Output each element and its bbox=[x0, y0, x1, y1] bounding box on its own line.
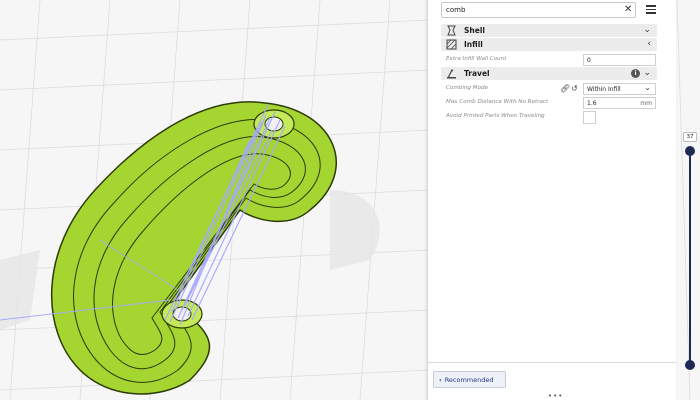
print-settings-panel: comb ✕ Shell ⌄ Infill ‹ Extra Infill Wal… bbox=[427, 0, 676, 400]
field-value: 1.6 bbox=[587, 100, 597, 107]
extra-infill-wall-count-field[interactable]: 0 bbox=[583, 54, 656, 66]
shell-icon bbox=[447, 25, 456, 36]
settings-menu-icon[interactable] bbox=[645, 3, 657, 15]
search-input[interactable]: comb bbox=[441, 2, 636, 18]
panel-footer: ‹ Recommended ••• bbox=[428, 362, 676, 400]
category-label: Travel bbox=[464, 68, 490, 78]
chevron-left-icon: ‹ bbox=[439, 376, 442, 384]
recommended-button[interactable]: ‹ Recommended bbox=[433, 371, 506, 388]
avoid-printed-parts-checkbox[interactable] bbox=[583, 111, 596, 124]
setting-combing-mode: Combing Mode 🔗︎ ↺ Within Infill ⌄ bbox=[446, 83, 658, 96]
setting-label: Avoid Printed Parts When Traveling bbox=[446, 113, 545, 119]
info-icon[interactable]: i bbox=[631, 69, 640, 78]
layer-slider[interactable]: 37 bbox=[680, 130, 700, 370]
category-shell[interactable]: Shell ⌄ bbox=[441, 24, 657, 37]
setting-extra-infill-wall-count: Extra Infill Wall Count 0 bbox=[446, 54, 658, 67]
category-infill[interactable]: Infill ‹ bbox=[441, 38, 657, 51]
chevron-down-icon: ⌄ bbox=[643, 68, 651, 78]
category-label: Infill bbox=[464, 39, 483, 49]
chevron-down-icon: ⌄ bbox=[644, 83, 651, 92]
category-travel[interactable]: Travel i ⌄ bbox=[441, 67, 657, 80]
setting-max-comb-distance: Max Comb Distance With No Retract 1.6 mm bbox=[446, 97, 658, 110]
resize-handle-icon[interactable]: ••• bbox=[548, 392, 563, 400]
setting-label: Max Comb Distance With No Retract bbox=[446, 99, 549, 105]
travel-icon bbox=[447, 68, 456, 79]
setting-label: Combing Mode bbox=[446, 85, 488, 91]
setting-label: Extra Infill Wall Count bbox=[446, 56, 507, 62]
reset-icon[interactable]: ↺ bbox=[571, 84, 578, 93]
layer-slider-bottom-handle[interactable] bbox=[685, 360, 695, 370]
category-label: Shell bbox=[464, 25, 485, 35]
chevron-down-icon: ⌄ bbox=[643, 25, 651, 35]
current-layer-badge[interactable]: 37 bbox=[683, 132, 697, 142]
max-comb-distance-field[interactable]: 1.6 mm bbox=[583, 97, 656, 109]
setting-avoid-printed-parts: Avoid Printed Parts When Traveling bbox=[446, 111, 658, 124]
layer-slider-top-handle[interactable] bbox=[685, 146, 695, 156]
field-value: Within Infill bbox=[587, 86, 621, 93]
chevron-left-icon: ‹ bbox=[647, 39, 651, 49]
combing-mode-select[interactable]: Within Infill ⌄ bbox=[583, 83, 656, 95]
recommended-label: Recommended bbox=[444, 376, 494, 384]
link-icon[interactable]: 🔗︎ bbox=[560, 84, 570, 93]
field-value: 0 bbox=[587, 57, 591, 64]
infill-icon bbox=[446, 39, 457, 50]
layer-slider-track[interactable] bbox=[689, 150, 691, 365]
clear-search-icon[interactable]: ✕ bbox=[624, 3, 632, 17]
field-unit: mm bbox=[640, 100, 652, 107]
